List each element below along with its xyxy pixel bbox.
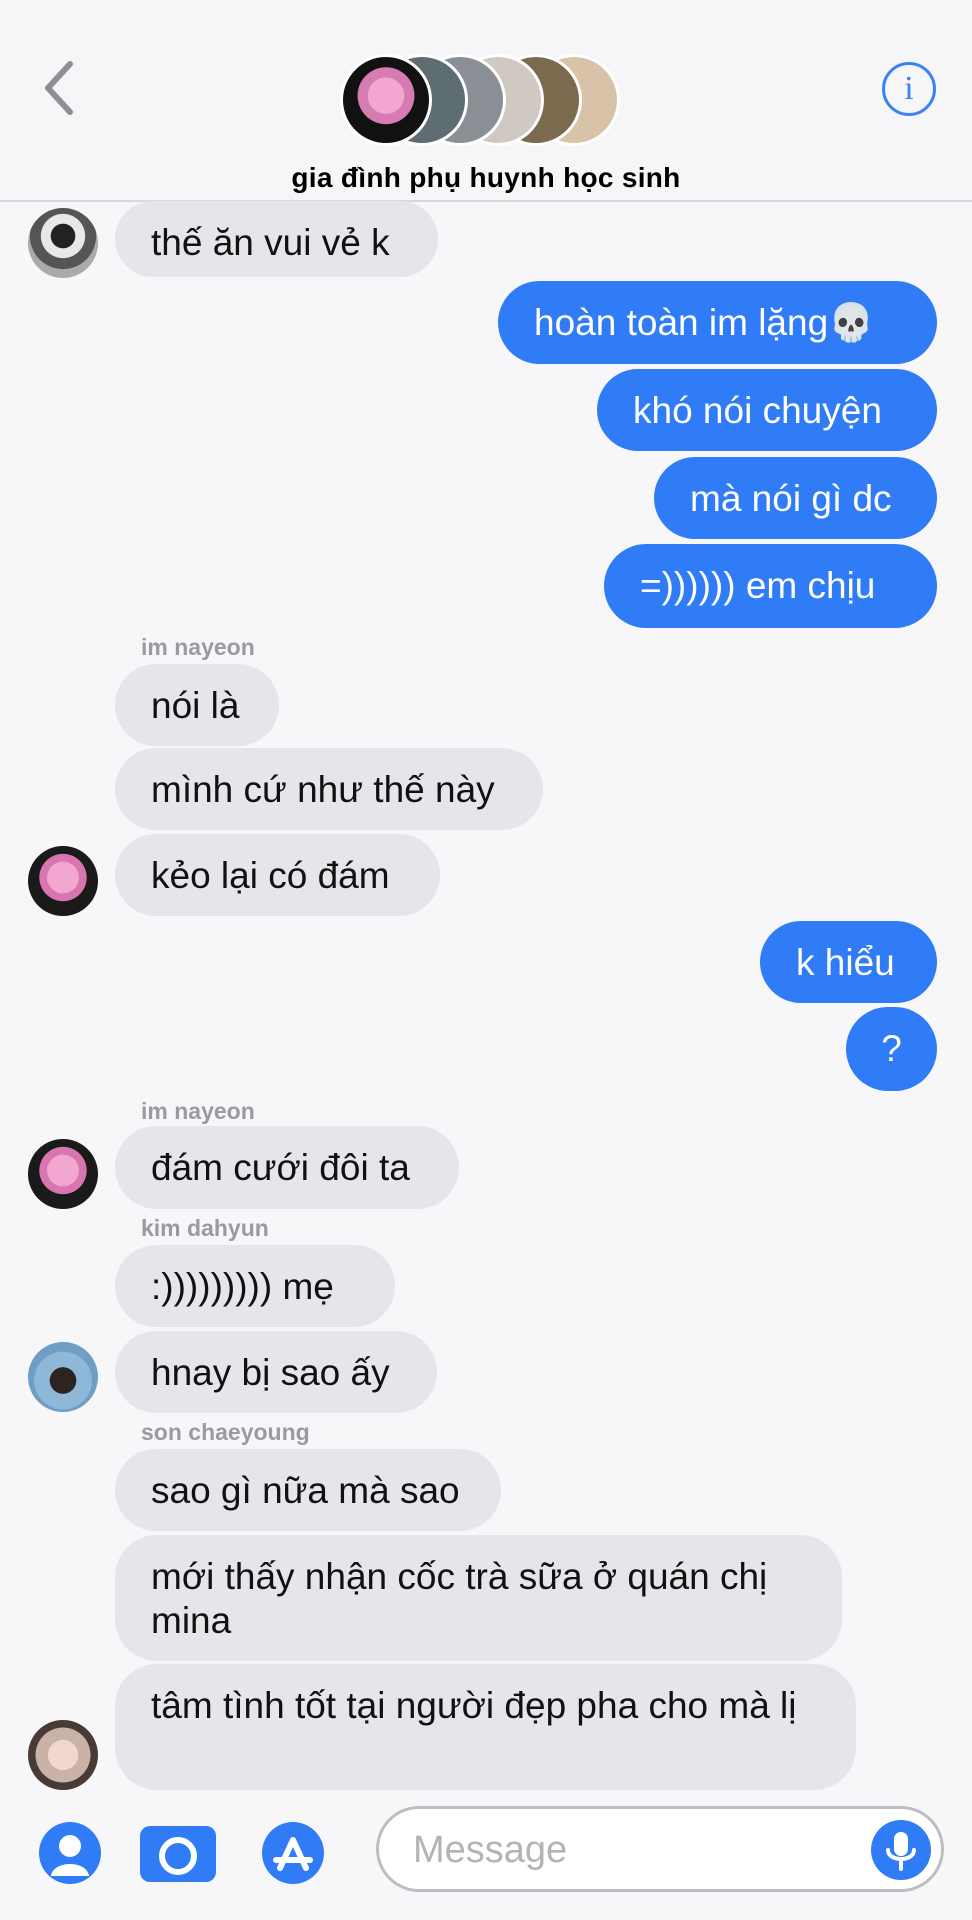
message-bubble: :))))))))) mẹ [115,1245,395,1327]
group-avatar-stack[interactable] [340,54,620,150]
avatar[interactable] [28,1139,98,1209]
message-bubble: thế ăn vui vẻ k [115,201,438,277]
message-placeholder: Message [413,1829,568,1871]
conversation-header: i gia đình phụ huynh học sinh [0,0,972,202]
message-bubble: mà nói gì dc [654,457,937,539]
avatar[interactable] [28,1342,98,1412]
camera-icon[interactable] [140,1826,216,1882]
message-bubble: k hiểu [760,921,937,1003]
avatar[interactable] [28,208,98,278]
message-bubble: kẻo lại có đám [115,834,440,916]
message-bubble: hoàn toàn im lặng💀 [498,281,937,364]
chevron-left-icon[interactable] [40,58,80,118]
info-icon[interactable]: i [882,62,936,116]
message-bubble: khó nói chuyện [597,369,937,451]
avatar[interactable] [28,1720,98,1790]
microphone-icon[interactable] [871,1820,931,1880]
message-bubble: =)))))) em chịu [604,544,937,628]
message-bubble: nói là [115,664,279,746]
sender-name: im nayeon [141,634,255,660]
message-bubble: mình cứ như thế này [115,748,543,830]
memoji-icon[interactable] [39,1822,101,1884]
avatar[interactable] [28,846,98,916]
group-avatar [340,54,432,146]
message-bubble: tâm tình tốt tại người đẹp pha cho mà lị [115,1664,856,1790]
message-bubble: đám cưới đôi ta [115,1126,459,1209]
sender-name: kim dahyun [141,1215,269,1241]
message-bubble: sao gì nữa mà sao [115,1449,501,1531]
message-bubble: ? [846,1007,937,1091]
sender-name: son chaeyoung [141,1419,310,1445]
app-store-icon[interactable] [262,1822,324,1884]
message-bubble: hnay bị sao ấy [115,1331,437,1413]
message-bubble: mới thấy nhận cốc trà sữa ở quán chị min… [115,1535,842,1661]
group-title[interactable]: gia đình phụ huynh học sinh [0,162,972,194]
message-input[interactable]: Message [376,1806,944,1892]
sender-name: im nayeon [141,1098,255,1124]
